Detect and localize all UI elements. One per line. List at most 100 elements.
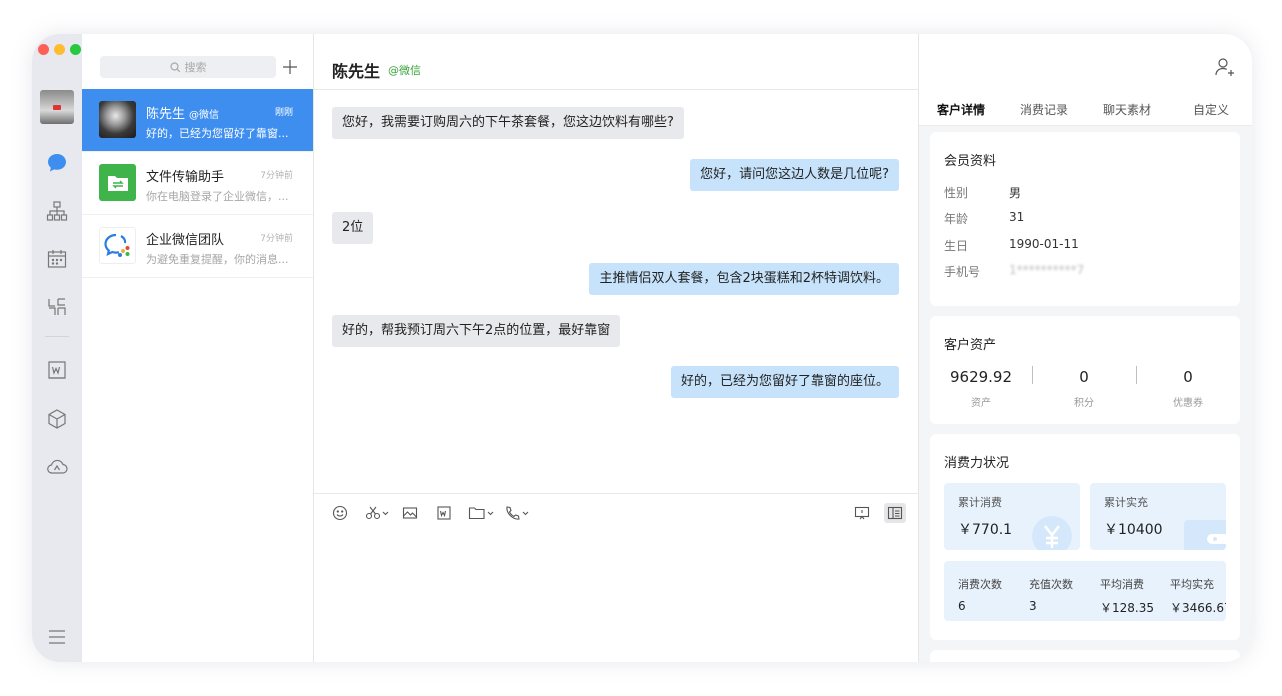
menu-icon[interactable] bbox=[46, 626, 68, 648]
stat-label: 充值次数 bbox=[1029, 578, 1073, 591]
conversation-item-file-transfer[interactable]: 文件传输助手 7分钟前 你在电脑登录了企业微信，... bbox=[82, 152, 313, 215]
wechat-tag: @微信 bbox=[189, 110, 220, 121]
conversation-name: 文件传输助手 bbox=[146, 170, 225, 185]
tab-custom[interactable]: 自定义 bbox=[1193, 101, 1229, 118]
conversation-name: 企业微信团队 bbox=[146, 233, 225, 248]
card-title: 客户资产 bbox=[944, 338, 997, 353]
message-bubble-outgoing: 好的，已经为您留好了靠窗的座位。 bbox=[670, 366, 899, 398]
stat-value: ￥770.1 bbox=[958, 522, 1013, 538]
chat-title: 陈先生 bbox=[332, 62, 381, 81]
coupon-label: 优惠券 bbox=[1173, 398, 1203, 409]
minimize-window-button[interactable] bbox=[54, 44, 65, 55]
doc-file-icon[interactable] bbox=[434, 503, 454, 523]
cloud-drive-icon[interactable] bbox=[46, 456, 68, 478]
calendar-icon[interactable] bbox=[46, 248, 68, 270]
field-label: 年龄 bbox=[944, 212, 969, 226]
stat-label: 累计消费 bbox=[958, 496, 1002, 509]
add-member-button[interactable] bbox=[1214, 56, 1236, 78]
conversation-preview: 为避免重复提醒，你的消息... bbox=[146, 253, 289, 266]
history-icon[interactable] bbox=[852, 503, 872, 523]
app-window: 搜索 陈先生 @微信 刚刚 好的，已经为您留好了靠窗... 文件传输助手 7分钟前… bbox=[32, 34, 1252, 662]
maximize-window-button[interactable] bbox=[70, 44, 81, 55]
search-icon bbox=[169, 61, 180, 72]
plus-icon bbox=[283, 60, 297, 74]
consumption-card: 消费力状况 累计消费 ￥770.1 累计实充 ￥10400 消费次数 6 充值次… bbox=[930, 434, 1240, 640]
screenshot-icon[interactable] bbox=[364, 503, 390, 523]
divider bbox=[1136, 366, 1137, 384]
next-card-partial bbox=[930, 650, 1240, 662]
stat-label: 消费次数 bbox=[958, 578, 1002, 591]
chat-header: 陈先生 @微信 bbox=[314, 34, 1234, 90]
message-bubble-incoming: 您好，我需要订购周六的下午茶套餐，您这边饮料有哪些? bbox=[332, 107, 684, 139]
rail-divider bbox=[45, 336, 69, 337]
yen-coin-icon bbox=[1032, 516, 1072, 550]
sidebar-toggle-icon[interactable] bbox=[884, 503, 906, 523]
conversation-preview: 好的，已经为您留好了靠窗... bbox=[146, 127, 289, 140]
field-value-phone: 1**********7 bbox=[1009, 263, 1085, 277]
nav-rail bbox=[32, 34, 82, 662]
message-bubble-outgoing: 主推情侣双人套餐，包含2块蛋糕和2杯特调饮料。 bbox=[589, 263, 899, 295]
total-spend-box: 累计消费 ￥770.1 bbox=[944, 483, 1080, 550]
member-info-card: 会员资料 性别 男 年龄 31 生日 1990-01-11 手机号 1*****… bbox=[930, 132, 1240, 306]
conversation-list: 搜索 陈先生 @微信 刚刚 好的，已经为您留好了靠窗... 文件传输助手 7分钟前… bbox=[82, 34, 314, 662]
chat-area: 陈先生 @微信 您好，我需要订购周六的下午茶套餐，您这边饮料有哪些? 您好，请问… bbox=[314, 34, 1234, 662]
contact-avatar bbox=[99, 101, 136, 138]
message-bubble-outgoing: 您好，请问您这边人数是几位呢? bbox=[690, 159, 899, 191]
customer-assets-card: 客户资产 9629.92 资产 0 积分 0 优惠券 bbox=[930, 316, 1240, 424]
conversation-name: 陈先生 bbox=[146, 107, 186, 122]
stat-label: 累计实充 bbox=[1104, 496, 1148, 509]
workbench-icon[interactable] bbox=[46, 296, 68, 318]
conversation-time: 7分钟前 bbox=[260, 171, 293, 181]
asset-label: 资产 bbox=[971, 398, 991, 409]
field-label: 生日 bbox=[944, 239, 969, 253]
phone-icon[interactable] bbox=[504, 503, 530, 523]
add-button[interactable] bbox=[280, 56, 300, 78]
folder-icon[interactable] bbox=[468, 503, 494, 523]
org-tree-icon[interactable] bbox=[46, 200, 68, 222]
emoji-icon[interactable] bbox=[330, 503, 350, 523]
customer-panel: 客户详情 消费记录 聊天素材 自定义 会员资料 性别 男 年龄 31 生日 19… bbox=[919, 90, 1252, 662]
stat-value: 3 bbox=[1029, 599, 1037, 613]
card-title: 会员资料 bbox=[944, 154, 997, 169]
panel-tabs: 客户详情 消费记录 聊天素材 自定义 bbox=[919, 90, 1252, 126]
field-value-age: 31 bbox=[1009, 210, 1025, 224]
stat-value: ￥128.35 bbox=[1100, 601, 1154, 615]
field-label: 手机号 bbox=[944, 265, 981, 279]
file-transfer-icon bbox=[99, 164, 136, 201]
input-toolbar bbox=[314, 493, 919, 529]
doc-icon[interactable] bbox=[46, 359, 68, 381]
conversation-item-chen[interactable]: 陈先生 @微信 刚刚 好的，已经为您留好了靠窗... bbox=[82, 89, 313, 152]
search-placeholder: 搜索 bbox=[184, 61, 207, 74]
close-window-button[interactable] bbox=[38, 44, 49, 55]
card-title: 消费力状况 bbox=[944, 456, 1010, 471]
conversation-item-wework-team[interactable]: 企业微信团队 7分钟前 为避免重复提醒，你的消息... bbox=[82, 215, 313, 278]
points-value: 0 bbox=[1079, 368, 1089, 386]
stats-summary-box: 消费次数 6 充值次数 3 平均消费 ￥128.35 平均实充 ￥3466.67 bbox=[944, 561, 1226, 621]
stat-label: 平均消费 bbox=[1100, 578, 1144, 591]
user-avatar[interactable] bbox=[40, 90, 74, 124]
points-label: 积分 bbox=[1074, 398, 1094, 409]
conversation-time: 刚刚 bbox=[274, 108, 293, 118]
wallet-icon bbox=[1184, 520, 1226, 550]
coupon-value: 0 bbox=[1183, 368, 1193, 386]
image-icon[interactable] bbox=[400, 503, 420, 523]
conversation-preview: 你在电脑登录了企业微信，... bbox=[146, 190, 289, 203]
tab-consumption-records[interactable]: 消费记录 bbox=[1020, 101, 1068, 118]
stat-label: 平均实充 bbox=[1170, 578, 1214, 591]
cube-icon[interactable] bbox=[46, 408, 68, 430]
chat-icon[interactable] bbox=[46, 152, 68, 174]
divider bbox=[1032, 366, 1033, 384]
field-value-gender: 男 bbox=[1009, 186, 1022, 200]
wework-logo-icon bbox=[99, 227, 136, 264]
add-person-icon bbox=[1215, 58, 1234, 76]
message-bubble-incoming: 2位 bbox=[332, 212, 374, 244]
field-value-birthday: 1990-01-11 bbox=[1009, 237, 1079, 251]
tab-customer-details[interactable]: 客户详情 bbox=[937, 101, 985, 118]
stat-value: 6 bbox=[958, 599, 966, 613]
chat-wechat-tag: @微信 bbox=[388, 64, 421, 77]
tab-chat-materials[interactable]: 聊天素材 bbox=[1103, 101, 1151, 118]
search-input[interactable]: 搜索 bbox=[100, 56, 276, 78]
total-recharge-box: 累计实充 ￥10400 bbox=[1090, 483, 1226, 550]
field-label: 性别 bbox=[944, 186, 969, 200]
conversation-time: 7分钟前 bbox=[260, 234, 293, 244]
